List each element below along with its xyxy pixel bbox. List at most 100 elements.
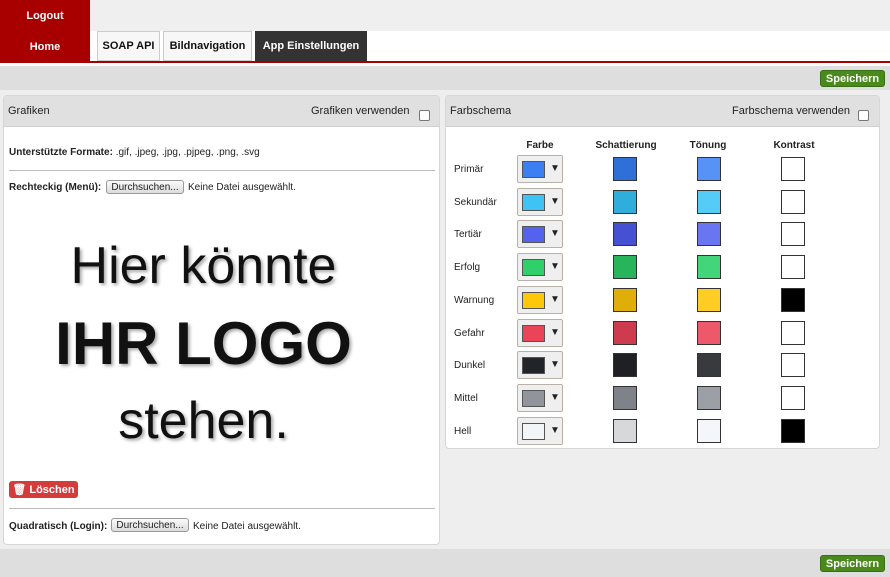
dropdown-arrow-icon: ▼ — [550, 327, 560, 338]
dropdown-arrow-icon: ▼ — [550, 294, 560, 305]
logo-line-2: IHR LOGO — [55, 310, 352, 377]
color-swatch — [522, 161, 545, 178]
color-picker[interactable]: ▼ — [517, 188, 563, 216]
color-row-label: Erfolg — [454, 262, 481, 273]
color-row-label: Tertiär — [454, 229, 482, 240]
home-button[interactable]: Home — [0, 31, 90, 63]
browse-button-square[interactable]: Durchsuchen... — [111, 518, 189, 532]
shade-swatch — [613, 288, 637, 312]
top-bar — [0, 0, 890, 31]
shade-swatch — [613, 190, 637, 214]
grafiken-header: Grafiken Grafiken verwenden — [4, 96, 439, 127]
col-kontrast: Kontrast — [773, 140, 815, 151]
farbschema-use-label: Farbschema verwenden — [732, 105, 851, 117]
shade-swatch — [613, 386, 637, 410]
logo-line-1: Hier könnte — [70, 237, 337, 295]
tab-app-einstellungen[interactable]: App Einstellungen — [255, 31, 367, 61]
color-swatch — [522, 325, 545, 342]
logout-button[interactable]: Logout — [0, 0, 90, 31]
grafiken-title: Grafiken — [8, 105, 50, 117]
contrast-swatch — [781, 190, 805, 214]
farbschema-title: Farbschema — [450, 105, 512, 117]
logo-line-3: stehen. — [118, 392, 289, 450]
tab-soap-api[interactable]: SOAP API — [97, 31, 160, 61]
tab-bildnavigation[interactable]: Bildnavigation — [163, 31, 252, 61]
contrast-swatch — [781, 222, 805, 246]
toolbar-bottom — [0, 549, 890, 577]
grafiken-use-checkbox[interactable] — [419, 110, 430, 121]
grafiken-use-label: Grafiken verwenden — [311, 105, 410, 117]
color-picker[interactable]: ▼ — [517, 319, 563, 347]
contrast-swatch — [781, 288, 805, 312]
color-swatch — [522, 357, 545, 374]
color-picker[interactable]: ▼ — [517, 384, 563, 412]
dropdown-arrow-icon: ▼ — [550, 228, 560, 239]
tint-swatch — [697, 419, 721, 443]
tint-swatch — [697, 288, 721, 312]
formats-line: Unterstützte Formate: .gif, .jpeg, .jpg,… — [9, 147, 260, 158]
rect-label: Rechteckig (Menü): — [9, 182, 102, 193]
color-swatch — [522, 423, 545, 440]
color-row-label: Hell — [454, 426, 472, 437]
toolbar-top — [0, 66, 890, 90]
color-swatch — [522, 390, 545, 407]
save-button-top[interactable]: Speichern — [820, 70, 885, 87]
color-swatch — [522, 259, 545, 276]
tint-swatch — [697, 255, 721, 279]
col-schattierung: Schattierung — [595, 140, 657, 151]
save-button-bottom[interactable]: Speichern — [820, 555, 885, 572]
color-picker[interactable]: ▼ — [517, 220, 563, 248]
col-farbe: Farbe — [526, 140, 554, 151]
tint-swatch — [697, 157, 721, 181]
dropdown-arrow-icon: ▼ — [550, 359, 560, 370]
no-file-square: Keine Datei ausgewählt. — [193, 521, 301, 532]
tint-swatch — [697, 222, 721, 246]
shade-swatch — [613, 353, 637, 377]
dropdown-arrow-icon: ▼ — [550, 261, 560, 272]
shade-swatch — [613, 157, 637, 181]
dropdown-arrow-icon: ▼ — [550, 425, 560, 436]
contrast-swatch — [781, 255, 805, 279]
color-swatch — [522, 226, 545, 243]
color-row-label: Gefahr — [454, 328, 485, 339]
farbschema-header: Farbschema Farbschema verwenden — [446, 96, 879, 127]
contrast-swatch — [781, 321, 805, 345]
tint-swatch — [697, 386, 721, 410]
logo-placeholder-image: Hier könnte IHR LOGO stehen. — [9, 206, 398, 469]
color-picker[interactable]: ▼ — [517, 286, 563, 314]
dropdown-arrow-icon: ▼ — [550, 163, 560, 174]
col-toenung: Tönung — [689, 140, 727, 151]
delete-label: Löschen — [29, 483, 75, 496]
color-picker[interactable]: ▼ — [517, 253, 563, 281]
delete-button[interactable]: 🗑 Löschen — [9, 481, 78, 498]
color-row-label: Sekundär — [454, 197, 497, 208]
shade-swatch — [613, 255, 637, 279]
contrast-swatch — [781, 157, 805, 181]
shade-swatch — [613, 321, 637, 345]
farbschema-use-checkbox[interactable] — [858, 110, 869, 121]
color-row-label: Primär — [454, 164, 484, 175]
formats-label: Unterstützte Formate: — [9, 147, 113, 158]
shade-swatch — [613, 222, 637, 246]
tint-swatch — [697, 353, 721, 377]
dropdown-arrow-icon: ▼ — [550, 196, 560, 207]
color-picker[interactable]: ▼ — [517, 351, 563, 379]
color-row-label: Mittel — [454, 393, 478, 404]
contrast-swatch — [781, 419, 805, 443]
browse-button-rect[interactable]: Durchsuchen... — [106, 180, 184, 194]
formats-value: .gif, .jpeg, .jpg, .pjpeg, .png, .svg — [115, 147, 260, 158]
color-row-label: Warnung — [454, 295, 495, 306]
color-picker[interactable]: ▼ — [517, 155, 563, 183]
color-picker[interactable]: ▼ — [517, 417, 563, 445]
contrast-swatch — [781, 386, 805, 410]
color-row-label: Dunkel — [454, 360, 486, 371]
tint-swatch — [697, 190, 721, 214]
dropdown-arrow-icon: ▼ — [550, 392, 560, 403]
square-label: Quadratisch (Login): — [9, 521, 108, 532]
shade-swatch — [613, 419, 637, 443]
divider-2 — [9, 508, 435, 509]
divider-1 — [9, 170, 435, 171]
contrast-swatch — [781, 353, 805, 377]
color-swatch — [522, 292, 545, 309]
tint-swatch — [697, 321, 721, 345]
